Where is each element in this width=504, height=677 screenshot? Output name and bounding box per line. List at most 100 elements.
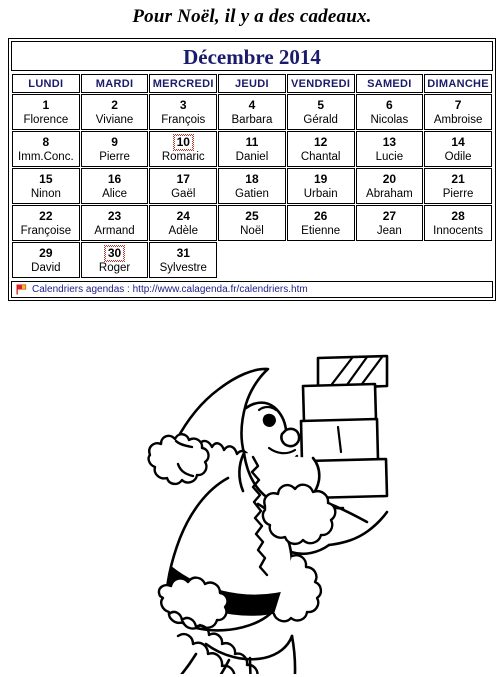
calendar-saint-name: Alice (102, 187, 128, 200)
calendar-saint-name: Gérald (303, 113, 338, 126)
calendar-saint-name: Pierre (99, 150, 130, 163)
calendar-day-cell[interactable]: 8 Imm.Conc. (12, 131, 80, 167)
calendar-day-cell[interactable]: 16 Alice (80, 168, 149, 204)
calendar-day-number: 15 (39, 171, 53, 186)
calendar-day-cell[interactable]: 30 Roger (80, 242, 149, 278)
calendar-saint-name: Imm.Conc. (18, 150, 74, 163)
weekday-header-monday: LUNDI (12, 74, 80, 93)
calendar-saint-name: Françoise (20, 224, 72, 237)
calendar-day-cell[interactable]: 31 Sylvestre (149, 242, 218, 278)
calendar-day-number: 6 (386, 97, 393, 112)
calendar-saint-name: Ninon (30, 187, 61, 200)
calendar-day-cell[interactable]: 22 Françoise (12, 205, 80, 241)
calendar-saint-name: Chantal (300, 150, 341, 163)
calendar-saint-name: Romaric (161, 151, 205, 163)
calendar-day-cell[interactable]: 17 Gaël (149, 168, 218, 204)
calendar-day-number: 5 (317, 97, 324, 112)
calendar-week-row: 15 Ninon 16 Alice 17 Gaël 18 Gatien 19 Urbain 20 Ab… (12, 168, 492, 204)
weekday-header-thursday: JEUDI (218, 74, 286, 93)
gift-box-third (299, 417, 380, 464)
calendar-saint-name: Abraham (366, 187, 413, 200)
calendar-day-number: 2 (111, 97, 118, 112)
calendar-day-cell[interactable]: 12 Chantal (286, 131, 355, 167)
calendar-day-cell[interactable]: 9 Pierre (80, 131, 149, 167)
calendar-day-cell[interactable]: 6 Nicolas (355, 94, 424, 130)
calendar-saint-name: Noël (240, 224, 264, 237)
calendar-empty-cell (287, 242, 355, 278)
calendar-saint-name: Nicolas (370, 113, 409, 126)
calendar-day-number: 31 (176, 245, 190, 260)
calendar-day-cell[interactable]: 28 Innocents (424, 205, 492, 241)
weekday-header-sunday: DIMANCHE (424, 74, 492, 93)
calendar-saint-name: Urbain (303, 187, 338, 200)
calendar-saint-name: Pierre (442, 187, 474, 200)
calendar-saint-name: Odile (444, 150, 472, 163)
calendar-day-number: 1 (42, 97, 50, 112)
calendar-day-cell[interactable]: 5 Gérald (286, 94, 355, 130)
calendar-day-cell[interactable]: 23 Armand (80, 205, 149, 241)
calendar-day-cell[interactable]: 1 Florence (12, 94, 80, 130)
calendar-day-cell[interactable]: 4 Barbara (218, 94, 286, 130)
calendar-day-cell[interactable]: 21 Pierre (424, 168, 492, 204)
calendar-day-cell[interactable]: 15 Ninon (12, 168, 80, 204)
calendar-day-number: 17 (176, 171, 190, 186)
calendar-day-number: 8 (42, 134, 50, 149)
calendar-day-cell[interactable]: 25 Noël (218, 205, 286, 241)
calendar-saint-name: Roger (98, 262, 131, 274)
calendar-day-number: 13 (382, 134, 397, 149)
calendar-day-cell[interactable]: 19 Urbain (286, 168, 355, 204)
calendar-table: LUNDI MARDI MERCREDI JEUDI VENDREDI SAME… (11, 73, 493, 279)
calendar-week-row: 1 Florence 2 Viviane 3 François 4 Barbara 5 Géral… (12, 94, 492, 130)
calendar-saint-name: Innocents (433, 224, 484, 237)
calendar-day-cell[interactable]: 2 Viviane (80, 94, 149, 130)
gift-box-second (301, 382, 378, 424)
calendar-day-cell[interactable]: 26 Etienne (286, 205, 355, 241)
calendar-day-cell[interactable]: 20 Abraham (355, 168, 424, 204)
calendar-saint-name: Sylvestre (159, 261, 207, 274)
calendar-saint-name: Lucie (375, 150, 404, 163)
calendar-day-cell[interactable]: 14 Odile (424, 131, 492, 167)
weekday-header-friday: VENDREDI (286, 74, 355, 93)
calendar-saint-name: Barbara (231, 113, 273, 126)
weekday-header-tuesday: MARDI (80, 74, 149, 93)
calendar-day-cell[interactable]: 13 Lucie (355, 131, 424, 167)
calendar-day-cell[interactable]: 18 Gatien (218, 168, 286, 204)
calendar-day-number: 19 (313, 171, 328, 186)
calendar-empty-cell (356, 242, 424, 278)
weekday-header-wednesday: MERCREDI (149, 74, 218, 93)
calendar-day-cell[interactable]: 29 David (12, 242, 80, 278)
calendar-saint-name: Florence (23, 113, 69, 126)
calendar-month-title: Décembre 2014 (11, 41, 493, 71)
calendar-saint-name: Gatien (235, 187, 269, 200)
calendar-day-cell[interactable]: 7 Ambroise (424, 94, 492, 130)
santa-claus-carrying-gifts-line-art (0, 318, 504, 674)
calendar-day-cell[interactable]: 27 Jean (355, 205, 424, 241)
calendar-body: 1 Florence 2 Viviane 3 François 4 Barbara 5 Géral… (12, 94, 492, 278)
flag-icon (16, 284, 27, 295)
calendar-saint-name: Etienne (301, 224, 341, 237)
calendar-day-number[interactable]: 10 (172, 134, 194, 151)
calendar-saint-name: Ambroise (433, 113, 483, 126)
calendar-weekday-header-row: LUNDI MARDI MERCREDI JEUDI VENDREDI SAME… (12, 74, 492, 93)
calendar-saint-name: Viviane (95, 113, 134, 126)
calendar-day-number: 29 (39, 245, 53, 260)
calendar-saint-name: François (161, 113, 206, 126)
calendar-day-number: 12 (313, 134, 328, 149)
calendar-day-number-wrap: 10 (150, 134, 216, 151)
calendar-day-number: 28 (451, 208, 465, 223)
calendar-week-row: 8 Imm.Conc. 9 Pierre 10 Romaric 11 Daniel 12 Chan… (12, 131, 492, 167)
calendar-day-number: 7 (454, 97, 462, 112)
calendar-day-number: 22 (39, 208, 53, 223)
calendar-day-cell[interactable]: 3 François (149, 94, 218, 130)
calendar-day-cell[interactable]: 24 Adèle (149, 205, 218, 241)
calendar-day-number[interactable]: 30 (103, 245, 126, 262)
calendar-footer-link[interactable]: Calendriers agendas : http://www.calagen… (32, 284, 308, 295)
calendar-saint-name: Adèle (168, 224, 198, 237)
calendar-day-number: 9 (111, 134, 118, 149)
calendar-day-number: 27 (382, 208, 397, 223)
calendar-day-number: 14 (451, 134, 465, 149)
santa-illustration (0, 318, 504, 674)
calendar-day-cell[interactable]: 11 Daniel (218, 131, 286, 167)
calendar-footer: Calendriers agendas : http://www.calagen… (11, 281, 493, 298)
calendar-day-cell[interactable]: 10 Romaric (149, 131, 218, 167)
